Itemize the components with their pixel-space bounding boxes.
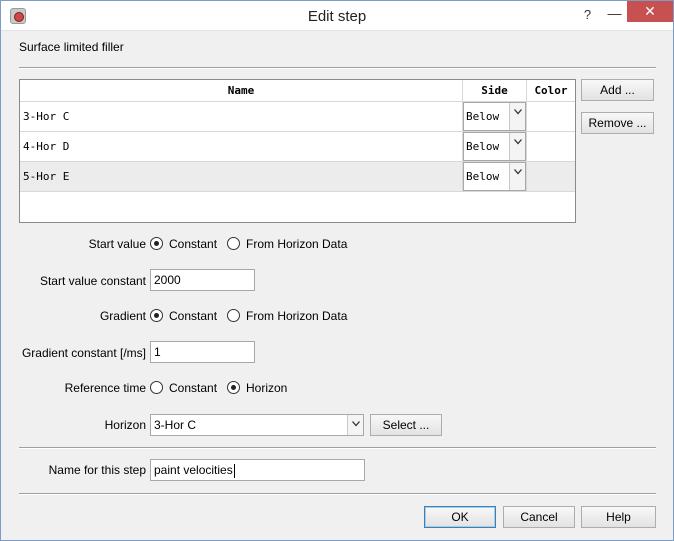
side-cell: Below: [462, 102, 526, 131]
start-value-constant-field[interactable]: 2000: [150, 269, 255, 291]
row-name: 4-Hor D: [23, 140, 70, 153]
gradient-constant-option[interactable]: Constant: [169, 309, 217, 323]
side-value: Below: [466, 170, 500, 183]
column-header-side[interactable]: Side: [462, 80, 526, 102]
column-header-color[interactable]: Color: [526, 80, 575, 102]
start-value-horizon-data-radio[interactable]: [227, 237, 240, 250]
table-row[interactable]: 5-Hor E Below: [20, 162, 575, 192]
reference-time-horizon-radio[interactable]: [227, 381, 240, 394]
horizon-value: 3-Hor C: [154, 418, 197, 432]
side-cell: Below: [462, 132, 526, 161]
start-value-constant-radio[interactable]: [150, 237, 163, 250]
remove-button[interactable]: Remove ...: [581, 112, 654, 134]
table-header: Name Side Color: [20, 80, 575, 102]
chevron-down-icon[interactable]: [509, 163, 525, 190]
gradient-constant-field[interactable]: 1: [150, 341, 255, 363]
start-value-constant-label: Start value constant: [39, 274, 146, 288]
reference-time-label: Reference time: [64, 381, 146, 395]
step-type-label: Surface limited filler: [19, 40, 124, 54]
color-swatch[interactable]: [526, 162, 575, 191]
divider: [19, 67, 656, 69]
side-dropdown[interactable]: Below: [463, 162, 526, 191]
start-value-horizon-data-option[interactable]: From Horizon Data: [246, 237, 347, 251]
text-caret: [233, 463, 235, 478]
gradient-horizon-data-option[interactable]: From Horizon Data: [246, 309, 347, 323]
side-dropdown[interactable]: Below: [463, 132, 526, 161]
help-button[interactable]: Help: [581, 506, 656, 528]
step-name-field[interactable]: paint velocities: [150, 459, 365, 481]
chevron-down-icon[interactable]: [347, 415, 363, 435]
step-name-label: Name for this step: [48, 463, 146, 477]
side-cell: Below: [462, 162, 526, 191]
gradient-horizon-data-radio[interactable]: [227, 309, 240, 322]
ok-button[interactable]: OK: [424, 506, 496, 528]
cancel-button[interactable]: Cancel: [503, 506, 575, 528]
start-value-constant-option[interactable]: Constant: [169, 237, 217, 251]
horizon-dropdown[interactable]: 3-Hor C: [150, 414, 364, 436]
horizon-label: Horizon: [104, 418, 146, 432]
side-value: Below: [466, 110, 500, 123]
side-dropdown[interactable]: Below: [463, 102, 526, 131]
reference-time-horizon-option[interactable]: Horizon: [246, 381, 287, 395]
chevron-down-icon[interactable]: [509, 133, 525, 160]
gradient-constant-label: Gradient constant [/ms]: [21, 346, 146, 360]
reference-time-constant-option[interactable]: Constant: [169, 381, 217, 395]
select-horizon-button[interactable]: Select ...: [370, 414, 442, 436]
step-name-value: paint velocities: [154, 463, 233, 477]
color-swatch[interactable]: [526, 132, 575, 161]
close-icon[interactable]: ✕: [627, 1, 673, 22]
edit-step-dialog: Edit step ? — ✕ Surface limited filler N…: [0, 0, 674, 541]
table-row[interactable]: 3-Hor C Below: [20, 102, 575, 132]
minimize-icon[interactable]: —: [599, 3, 630, 25]
color-swatch[interactable]: [526, 102, 575, 131]
table-row[interactable]: 4-Hor D Below: [20, 132, 575, 162]
reference-time-constant-radio[interactable]: [150, 381, 163, 394]
chevron-down-icon[interactable]: [509, 103, 525, 130]
side-value: Below: [466, 140, 500, 153]
horizon-table: Name Side Color 3-Hor C Below 4-Hor D Be…: [19, 79, 576, 223]
divider: [19, 493, 656, 495]
add-button[interactable]: Add ...: [581, 79, 654, 101]
start-value-label: Start value: [88, 237, 146, 251]
title-bar: Edit step ? — ✕: [1, 1, 673, 31]
row-name: 3-Hor C: [23, 110, 70, 123]
divider: [19, 447, 656, 449]
gradient-label: Gradient: [99, 309, 146, 323]
gradient-constant-radio[interactable]: [150, 309, 163, 322]
row-name: 5-Hor E: [23, 170, 70, 183]
column-header-name[interactable]: Name: [20, 80, 462, 102]
